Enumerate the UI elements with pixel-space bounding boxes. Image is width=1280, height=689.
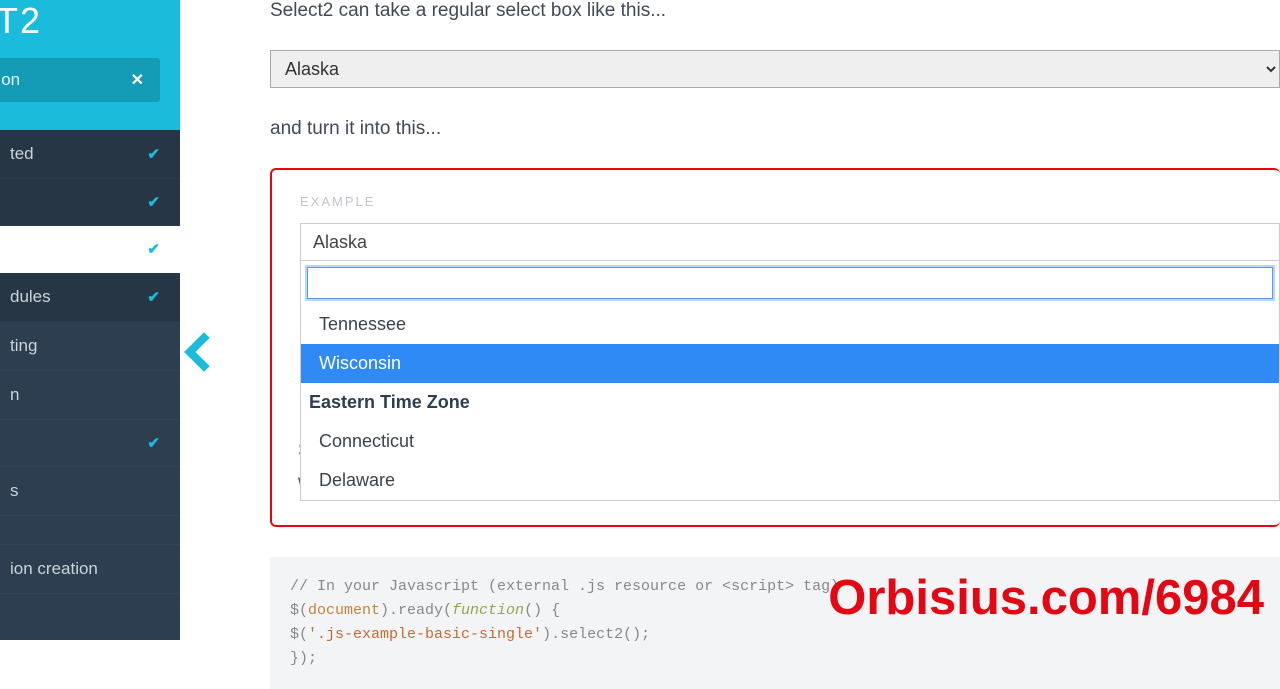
sidebar-header: LECT2 umentation ✕ — [0, 0, 180, 130]
select2-selected[interactable]: Alaska — [300, 223, 1280, 261]
sidebar-item-0[interactable]: ted ✔ — [0, 130, 180, 179]
select2-search-wrap — [301, 261, 1279, 305]
sidebar-item-5[interactable]: n — [0, 371, 180, 420]
sidebar-item-label: n — [10, 385, 19, 405]
sidebar-item-9[interactable]: ion creation — [0, 545, 180, 594]
sidebar-item-8[interactable] — [0, 516, 180, 545]
code-line-4: }); — [290, 647, 1260, 671]
search-box[interactable]: umentation ✕ — [0, 58, 160, 102]
example-box: EXAMPLE Alaska Tennessee Wisconsin Easte… — [270, 168, 1280, 527]
sidebar-item-label: ted — [10, 144, 34, 164]
select2-option-delaware[interactable]: Delaware — [301, 461, 1279, 500]
clear-search-icon[interactable]: ✕ — [131, 70, 144, 90]
sidebar-nav: ted ✔ ✔ ✔ dules ✔ ting n ✔ s ion creation — [0, 130, 180, 594]
example-label: EXAMPLE — [300, 194, 1280, 209]
select2-selected-value: Alaska — [313, 232, 367, 253]
sidebar-item-6[interactable]: ✔ — [0, 420, 180, 467]
sidebar-item-7[interactable]: s — [0, 467, 180, 516]
chevron-left-icon[interactable] — [190, 338, 224, 372]
sidebar-item-label: ting — [10, 336, 37, 356]
watermark: Orbisius.com/6984 — [828, 570, 1264, 626]
search-text: umentation — [0, 70, 20, 90]
select2-option-tennessee[interactable]: Tennessee — [301, 305, 1279, 344]
check-icon: ✔ — [147, 193, 160, 211]
intro-text-1: Select2 can take a regular select box li… — [270, 0, 1280, 22]
sidebar-item-4[interactable]: ting — [0, 322, 180, 371]
check-icon: ✔ — [147, 434, 160, 452]
check-icon: ✔ — [147, 145, 160, 163]
sidebar: LECT2 umentation ✕ ted ✔ ✔ ✔ dules ✔ ting n ✔ s io… — [0, 0, 180, 640]
logo: LECT2 — [0, 0, 160, 42]
select2-group-eastern: Eastern Time Zone — [301, 383, 1279, 422]
check-icon: ✔ — [147, 240, 160, 258]
sidebar-item-1[interactable]: ✔ — [0, 179, 180, 226]
sidebar-item-3[interactable]: dules ✔ — [0, 273, 180, 322]
sidebar-item-label: ion creation — [10, 559, 98, 579]
sidebar-item-2[interactable]: ✔ — [0, 226, 180, 273]
sidebar-item-label: s — [10, 481, 19, 501]
plain-select[interactable]: Alaska — [270, 50, 1280, 88]
intro-text-2: and turn it into this... — [270, 118, 1280, 140]
select2-option-connecticut[interactable]: Connecticut — [301, 422, 1279, 461]
check-icon: ✔ — [147, 288, 160, 306]
select2-dropdown: Tennessee Wisconsin Eastern Time Zone Co… — [300, 261, 1280, 501]
select2-option-wisconsin-highlighted[interactable]: Wisconsin — [301, 344, 1279, 383]
sidebar-item-label: dules — [10, 287, 51, 307]
code-line-3: $('.js-example-basic-single').select2(); — [290, 623, 1260, 647]
select2-search-input[interactable] — [307, 267, 1273, 299]
